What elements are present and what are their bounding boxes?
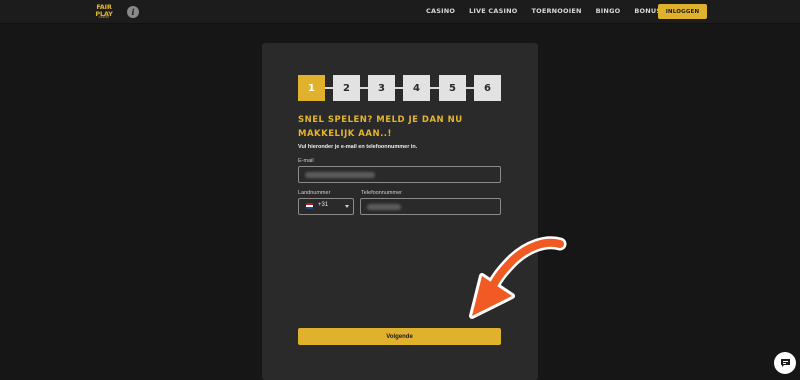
email-field[interactable] xyxy=(298,166,501,183)
step-indicator: 1 2 3 4 5 6 xyxy=(298,75,501,101)
info-icon[interactable]: i xyxy=(127,6,139,18)
step-1: 1 xyxy=(298,75,325,101)
chevron-down-icon xyxy=(345,205,349,208)
email-value-redacted xyxy=(305,172,375,178)
chat-icon xyxy=(780,359,790,367)
next-button[interactable]: Volgende xyxy=(298,328,501,345)
top-navigation-bar: FAIR PLAY CASINO i CASINO LIVE CASINO TO… xyxy=(0,0,800,24)
logo-text-line3: CASINO xyxy=(98,16,110,20)
step-3: 3 xyxy=(368,75,395,101)
chat-button[interactable] xyxy=(774,352,796,374)
nav-toernooien[interactable]: TOERNOOIEN xyxy=(531,7,581,15)
step-connector-line xyxy=(298,87,501,89)
phone-label: Telefoonnummer xyxy=(361,190,402,196)
registration-panel: 1 2 3 4 5 6 SNEL SPELEN? MELD JE DAN NU … xyxy=(262,43,538,380)
phone-field[interactable] xyxy=(360,198,501,215)
fairplay-logo[interactable]: FAIR PLAY CASINO xyxy=(92,3,116,21)
form-subtitle: Vul hieronder je e-mail en telefoonnumme… xyxy=(298,144,418,150)
email-label: E-mail xyxy=(298,158,314,164)
login-button[interactable]: INLOGGEN xyxy=(658,4,707,19)
annotation-arrow xyxy=(469,236,567,319)
nav-live-casino[interactable]: LIVE CASINO xyxy=(469,7,517,15)
country-code-select[interactable]: +31 xyxy=(298,198,354,215)
step-4: 4 xyxy=(403,75,430,101)
nav-bingo[interactable]: BINGO xyxy=(596,7,621,15)
phone-value-redacted xyxy=(367,204,401,210)
country-code-label: Landnummer xyxy=(298,190,331,196)
nav-casino[interactable]: CASINO xyxy=(426,7,455,15)
form-headline: SNEL SPELEN? MELD JE DAN NU MAKKELIJK AA… xyxy=(298,115,463,139)
step-5: 5 xyxy=(439,75,466,101)
step-6: 6 xyxy=(474,75,501,101)
main-nav: CASINO LIVE CASINO TOERNOOIEN BINGO BONU… xyxy=(426,7,675,15)
country-code-value: +31 xyxy=(318,202,329,208)
flag-nl-icon xyxy=(306,203,313,209)
step-2: 2 xyxy=(333,75,360,101)
